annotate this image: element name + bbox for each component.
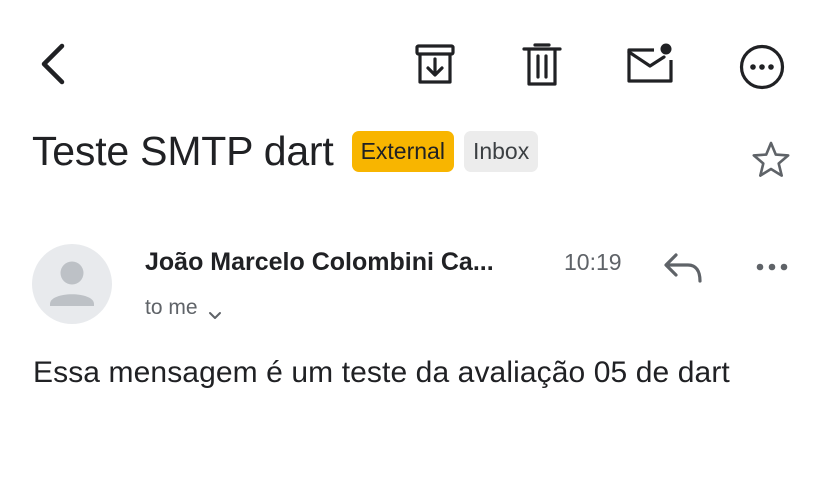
- email-subject: Teste SMTP dart: [32, 128, 334, 174]
- recipient-text: to me: [145, 296, 198, 319]
- top-toolbar: [0, 0, 828, 130]
- mark-unread-icon[interactable]: [624, 42, 676, 86]
- trash-icon[interactable]: [520, 42, 564, 88]
- email-body: Essa mensagem é um teste da avaliação 05…: [33, 356, 730, 389]
- back-arrow-icon[interactable]: [34, 40, 74, 88]
- person-icon: [50, 261, 94, 306]
- label-external[interactable]: External: [351, 130, 454, 172]
- message-time: 10:19: [564, 249, 622, 275]
- recipient-toggle[interactable]: to me: [145, 296, 222, 320]
- star-icon[interactable]: [750, 139, 792, 181]
- message-more-icon[interactable]: [752, 254, 792, 280]
- avatar[interactable]: [32, 244, 112, 324]
- label-inbox[interactable]: Inbox: [463, 130, 539, 172]
- sender-name[interactable]: João Marcelo Colombini Ca...: [145, 248, 545, 277]
- subject-row: Teste SMTP dart External Inbox: [32, 126, 539, 176]
- chevron-down-icon: [208, 303, 222, 319]
- reply-icon[interactable]: [662, 250, 706, 286]
- more-options-icon[interactable]: [737, 42, 787, 92]
- archive-icon[interactable]: [412, 42, 458, 88]
